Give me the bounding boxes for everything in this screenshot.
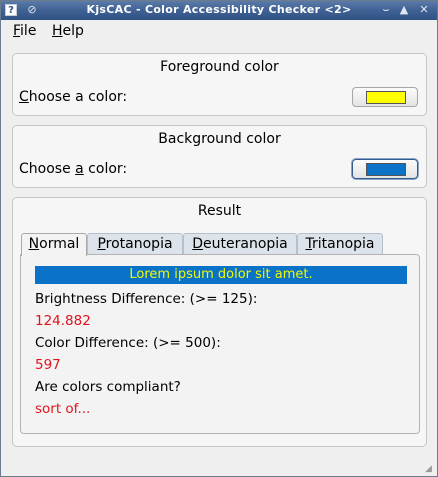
window-title: KjsCAC - Color Accessibility Checker <2> [86,3,352,16]
result-group: Result Normal Protanopia Deuteranopia Tr… [12,197,427,447]
minimize-icon[interactable]: ⌣ [379,3,393,17]
foreground-group: Foreground color Choose a color: [12,53,427,116]
compliant-value: sort of... [35,401,91,417]
foreground-label-post: hoose a color: [28,89,128,105]
background-label-post: color: [83,161,128,177]
background-group: Background color Choose a color: [12,125,427,188]
tab-normal-hotkey: N [28,236,40,252]
color-difference-value: 597 [35,357,61,373]
menu-help-hotkey: H [52,23,63,39]
menu-help[interactable]: Help [52,23,84,39]
menu-file-label: ile [20,23,37,39]
maximize-icon[interactable]: ▲ [397,3,411,17]
tab-panel-normal: Lorem ipsum dolor sit amet. Brightness D… [20,254,420,434]
background-label-hotkey: a [75,161,84,177]
tab-normal-label: ormal [39,236,80,252]
foreground-color-button[interactable] [352,87,418,107]
title-bar[interactable]: ? ⊘ KjsCAC - Color Accessibility Checker… [1,1,437,20]
tab-tritanopia-label: ritanopia [311,236,375,252]
brightness-value: 124.882 [35,313,91,329]
background-title: Background color [158,131,281,147]
brightness-label: Brightness Difference: (>= 125): [35,291,258,307]
resize-grip-icon[interactable]: ◢ [425,464,435,474]
background-color-swatch [366,163,406,176]
tab-protanopia-hotkey: P [97,236,106,252]
menu-bar: File Help [1,20,437,42]
sample-text-preview: Lorem ipsum dolor sit amet. [35,266,407,284]
background-label-pre: Choose [19,161,76,177]
menu-file-hotkey: F [13,23,21,39]
menu-help-label: elp [62,23,84,39]
tab-protanopia[interactable]: Protanopia [87,233,183,255]
background-choose-label: Choose a color: [19,161,127,177]
foreground-title: Foreground color [160,59,279,75]
tab-deuteranopia-hotkey: D [192,236,204,252]
color-difference-label: Color Difference: (>= 500): [35,335,221,351]
foreground-choose-label: Choose a color: [19,89,127,105]
app-window: ? ⊘ KjsCAC - Color Accessibility Checker… [0,0,438,477]
foreground-color-swatch [366,91,406,104]
tab-tritanopia[interactable]: Tritanopia [297,233,383,255]
tab-normal[interactable]: Normal [21,233,87,256]
foreground-label-hotkey: C [19,89,29,105]
compliant-label: Are colors compliant? [35,379,181,395]
tab-deuteranopia[interactable]: Deuteranopia [183,233,297,255]
tab-protanopia-label: rotanopia [105,236,173,252]
tab-deuteranopia-label: euteranopia [203,236,288,252]
menu-file[interactable]: File [13,23,36,39]
background-color-button[interactable] [352,159,418,179]
close-icon[interactable]: ✕ [417,3,431,17]
result-title: Result [197,203,242,219]
